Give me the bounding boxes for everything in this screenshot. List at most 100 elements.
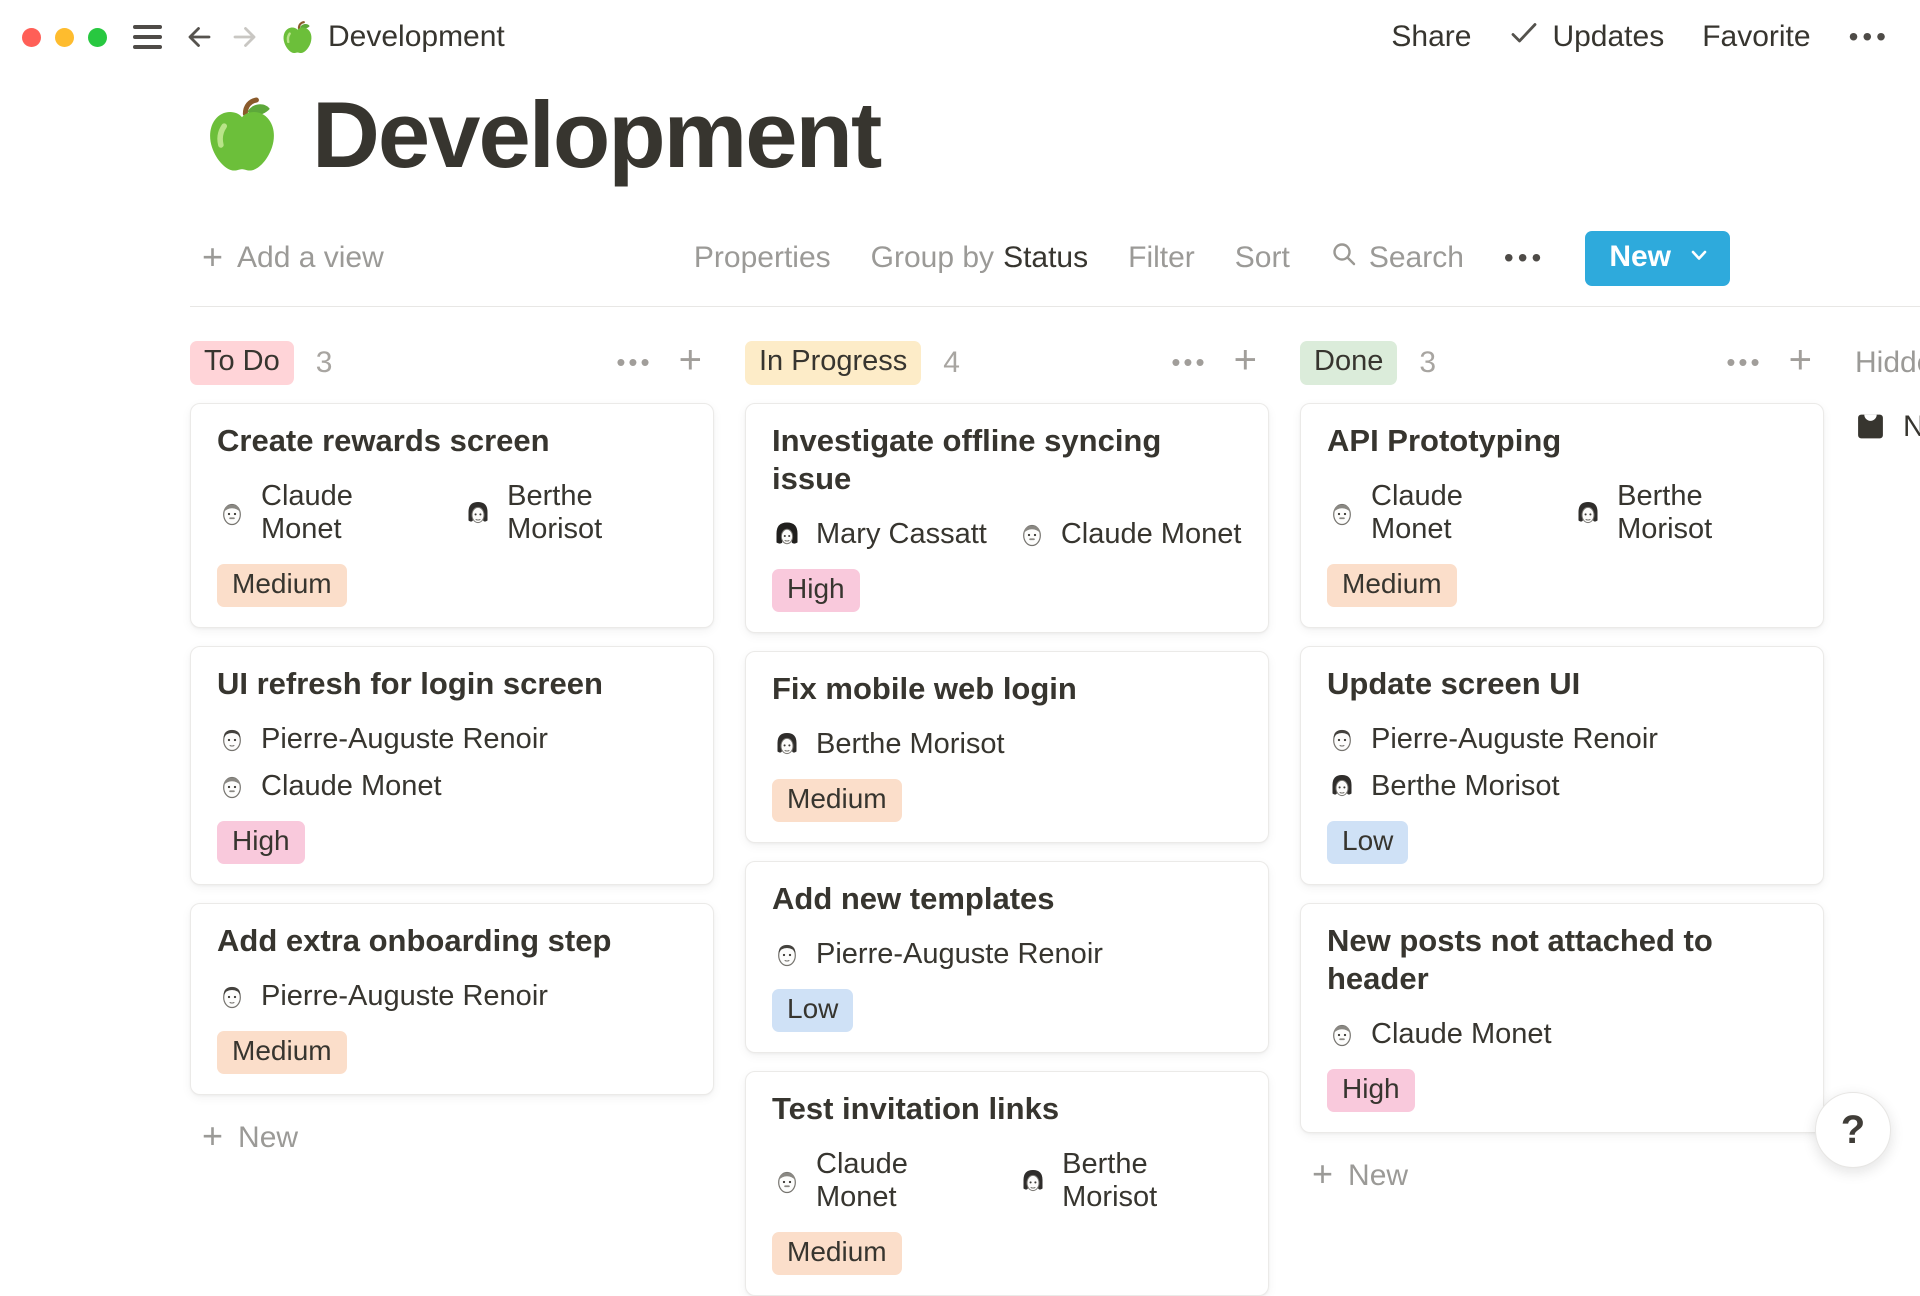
updates-button[interactable]: Updates (1509, 18, 1664, 56)
group-by-label: Group by (871, 241, 994, 274)
card[interactable]: API PrototypingClaude MonetBerthe Moriso… (1300, 403, 1824, 628)
priority-tag-row: Low (772, 971, 1242, 1032)
avatar-claude-monet (1327, 1019, 1357, 1049)
share-button[interactable]: Share (1391, 20, 1471, 54)
avatar-claude-monet (1327, 498, 1357, 528)
forward-arrow-icon[interactable] (228, 20, 262, 54)
assignee-row: Claude Monet Berthe Morisot (217, 480, 687, 546)
plus-icon: + (202, 239, 223, 275)
sidebar-menu-icon[interactable] (133, 25, 162, 49)
back-arrow-icon[interactable] (182, 20, 216, 54)
assignee: Claude Monet (217, 480, 433, 546)
favorite-button[interactable]: Favorite (1702, 20, 1810, 54)
column-status-badge[interactable]: In Progress (745, 341, 921, 385)
properties-button[interactable]: Properties (694, 241, 831, 275)
priority-tag-row: Medium (772, 761, 1242, 822)
priority-tag: Medium (217, 564, 347, 607)
priority-tag-row: High (772, 551, 1242, 612)
assignee-name: Pierre-Auguste Renoir (261, 723, 548, 756)
avatar-pierre-auguste-renoir (772, 939, 802, 969)
card[interactable]: Test invitation links Claude MonetBerthe … (745, 1071, 1269, 1296)
card[interactable]: Create rewards screenClaude MonetBerthe … (190, 403, 714, 628)
assignee: Pierre-Auguste Renoir (217, 723, 548, 756)
column-more-icon[interactable]: ••• (1726, 347, 1762, 378)
search-label: Search (1369, 241, 1464, 275)
card[interactable]: Fix mobile web login Berthe MorisotMedium (745, 651, 1269, 843)
priority-tag: Medium (772, 1232, 902, 1275)
board-column-in-progress: In Progress4•••+Investigate offline sync… (745, 341, 1269, 1296)
priority-tag: Low (772, 989, 853, 1032)
priority-tag: High (772, 569, 860, 612)
card[interactable]: Add new templatesPierre-Auguste RenoirLo… (745, 861, 1269, 1053)
question-mark-icon: ? (1841, 1108, 1865, 1153)
zoom-window-button[interactable] (88, 28, 107, 47)
avatar-claude-monet (772, 1166, 802, 1196)
traffic-lights (22, 28, 107, 47)
plus-icon: + (1312, 1156, 1333, 1192)
assignee: Berthe Morisot (772, 728, 1005, 761)
group-by-value: Status (1003, 241, 1088, 274)
assignee: Berthe Morisot (1327, 770, 1560, 803)
card[interactable]: UI refresh for login screenPierre-August… (190, 646, 714, 885)
hidden-group-no-status[interactable]: No Status (1855, 410, 1920, 444)
view-more-icon[interactable]: ••• (1504, 242, 1545, 274)
group-by-button[interactable]: Group by Status (871, 241, 1088, 275)
search-button[interactable]: Search (1330, 240, 1464, 276)
column-more-icon[interactable]: ••• (616, 347, 652, 378)
filter-button[interactable]: Filter (1128, 241, 1195, 275)
avatar-pierre-auguste-renoir (217, 724, 247, 754)
breadcrumb[interactable]: Development (280, 20, 505, 55)
priority-tag-row: High (217, 803, 687, 864)
assignee: Berthe Morisot (463, 480, 687, 546)
hidden-columns-label[interactable]: Hidden columns (1855, 346, 1920, 380)
avatar-berthe-morisot (1018, 1166, 1048, 1196)
assignee-name: Claude Monet (1061, 518, 1242, 551)
breadcrumb-title: Development (328, 20, 505, 54)
apple-page-icon-large[interactable] (202, 95, 282, 175)
assignee-row: Claude MonetBerthe Morisot (772, 1148, 1242, 1214)
column-count: 3 (316, 346, 333, 380)
avatar-berthe-morisot (1327, 771, 1357, 801)
assignee: Claude Monet (772, 1148, 988, 1214)
priority-tag: High (1327, 1069, 1415, 1112)
card[interactable]: Update screen UIPierre-Auguste RenoirBer… (1300, 646, 1824, 885)
assignee-name: Claude Monet (1371, 1018, 1552, 1051)
priority-tag-row: Medium (772, 1214, 1242, 1275)
card[interactable]: Add extra onboarding stepPierre-Auguste … (190, 903, 714, 1095)
column-add-card-icon[interactable]: + (679, 340, 702, 380)
add-card-button[interactable]: +New (190, 1121, 714, 1155)
column-more-icon[interactable]: ••• (1171, 347, 1207, 378)
column-status-badge[interactable]: Done (1300, 341, 1397, 385)
add-card-button[interactable]: +New (1300, 1159, 1824, 1193)
priority-tag: Medium (217, 1031, 347, 1074)
search-icon (1330, 240, 1358, 276)
priority-tag-row: Medium (217, 546, 687, 607)
column-status-badge[interactable]: To Do (190, 341, 294, 385)
chevron-down-icon (1688, 240, 1710, 274)
close-window-button[interactable] (22, 28, 41, 47)
card-title: Fix mobile web login (772, 670, 1242, 708)
card[interactable]: New posts not attached to header Claude M… (1300, 903, 1824, 1133)
assignee-name: Pierre-Auguste Renoir (816, 938, 1103, 971)
priority-tag: High (217, 821, 305, 864)
assignee: Pierre-Auguste Renoir (217, 980, 548, 1013)
sort-button[interactable]: Sort (1235, 241, 1290, 275)
more-options-icon[interactable]: ••• (1849, 21, 1890, 53)
help-button[interactable]: ? (1815, 1092, 1891, 1168)
assignee-name: Claude Monet (261, 770, 442, 803)
kanban-board: To Do 3 ••• + Create rewards screenClaude Mo… (0, 341, 1920, 1296)
card[interactable]: Investigate offline syncing issueMary Ca… (745, 403, 1269, 633)
avatar-pierre-auguste-renoir (1327, 724, 1357, 754)
page-title[interactable]: Development (312, 86, 880, 185)
assignee-name: Claude Monet (261, 480, 433, 546)
column-add-card-icon[interactable]: + (1789, 340, 1812, 380)
card-title: Test invitation links (772, 1090, 1242, 1128)
card-title: New posts not attached to header (1327, 922, 1797, 998)
add-view-button[interactable]: + Add a view (202, 241, 384, 275)
new-button[interactable]: New (1585, 231, 1730, 286)
assignee: Pierre-Auguste Renoir (1327, 723, 1658, 756)
assignee-row: Mary CassattClaude Monet (772, 518, 1242, 551)
column-add-card-icon[interactable]: + (1234, 340, 1257, 380)
minimize-window-button[interactable] (55, 28, 74, 47)
avatar-berthe-morisot (463, 498, 493, 528)
